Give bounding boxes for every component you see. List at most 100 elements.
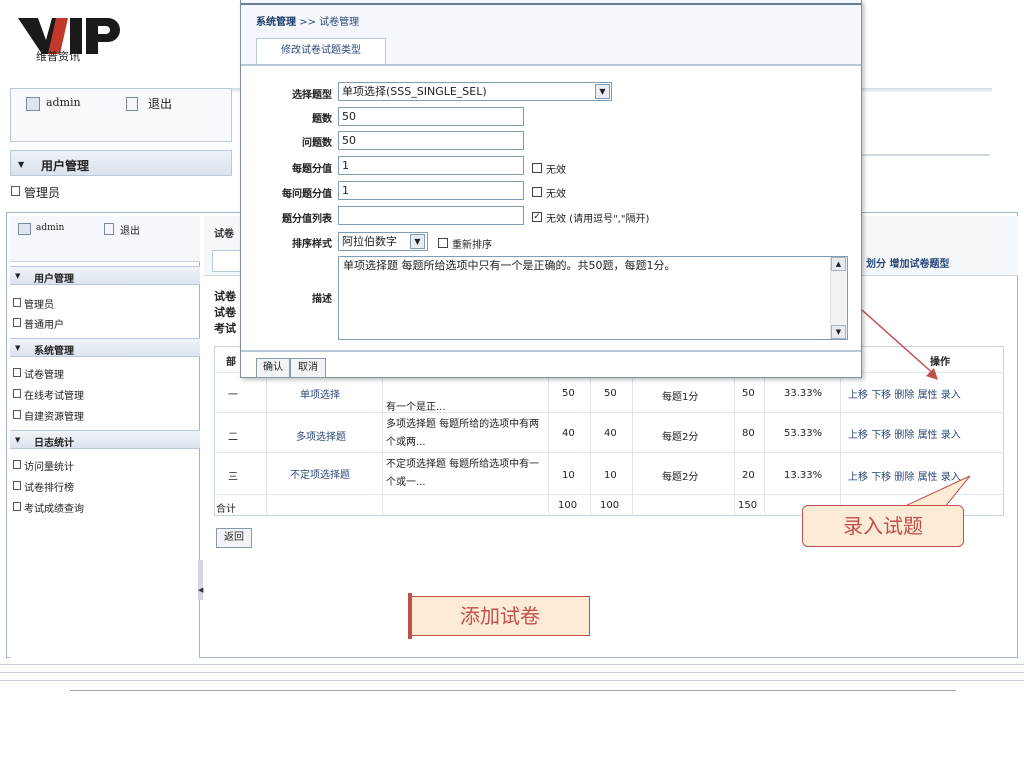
breadcrumb-root[interactable]: 系统管理 <box>256 17 296 28</box>
logo-subtitle: 维普资讯 <box>36 50 80 63</box>
sidebar-item-scores[interactable]: 考试成绩查询 <box>24 500 84 515</box>
dialog-footer-line <box>241 350 861 352</box>
tab-edit-question-type[interactable]: 修改试卷试题类型 <box>256 38 386 64</box>
score-list-input[interactable] <box>338 206 524 225</box>
type-label: 选择题型 <box>292 90 332 101</box>
bg-window-divider <box>860 154 990 156</box>
bg-user-name: admin <box>46 96 81 109</box>
row3-n2: 10 <box>604 470 617 481</box>
enter-link[interactable]: 录入 <box>941 390 961 401</box>
enter-link[interactable]: 录入 <box>941 430 961 441</box>
confirm-button[interactable]: 确认 <box>256 358 290 378</box>
sidebar-logout-link[interactable]: 退出 <box>120 222 140 237</box>
sidebar-section-system[interactable]: 系统管理 <box>10 338 200 357</box>
count-input[interactable]: 50 <box>338 107 524 126</box>
qscore-none-checkbox[interactable] <box>532 187 542 197</box>
qscore-input[interactable]: 1 <box>338 181 524 200</box>
chevron-down-icon[interactable]: ▼ <box>831 325 846 339</box>
score-none-label: 无效 <box>546 165 566 176</box>
breadcrumb: 系统管理 >> 试卷管理 <box>256 13 359 28</box>
qscore-label: 每问题分值 <box>282 189 332 200</box>
row3-desc: 不定项选择题 每题所给选项中有一个或一... <box>386 459 540 488</box>
chevron-up-icon[interactable]: ▲ <box>831 257 846 271</box>
reorder-label: 重新排序 <box>452 240 492 251</box>
list-none-checkbox[interactable]: ✓ <box>532 212 542 222</box>
description-textarea[interactable]: 单项选择题 每题所给选项中只有一个是正确的。共50题，每题1分。 <box>338 256 848 340</box>
cancel-button[interactable]: 取消 <box>290 358 326 378</box>
sidebar-item-exam-paper[interactable]: 试卷管理 <box>24 366 64 381</box>
add-question-type-link[interactable]: 划分 增加试卷题型 <box>866 255 949 270</box>
row2-ops[interactable]: 上移 下移 删除 属性 录入 <box>848 426 961 441</box>
slide-rule <box>0 664 1024 665</box>
list-none-label: 无效 (请用逗号","隔开) <box>546 214 650 225</box>
order-select-value: 阿拉伯数字 <box>342 235 397 248</box>
chevron-left-icon[interactable]: ◀ <box>198 586 203 594</box>
row1-pct: 33.33% <box>784 388 823 399</box>
row2-n2: 40 <box>604 428 617 439</box>
breadcrumb-separator: >> <box>299 17 316 28</box>
row3-pct: 13.33% <box>784 470 823 481</box>
sidebar-item-ranking[interactable]: 试卷排行榜 <box>24 479 74 494</box>
doc-icon <box>13 298 21 307</box>
slide-rule <box>70 690 956 691</box>
score-none-checkbox[interactable] <box>532 163 542 173</box>
user-icon <box>18 223 31 235</box>
delete-link[interactable]: 删除 <box>894 430 914 441</box>
desc-label: 描述 <box>312 294 332 305</box>
row1-n2: 50 <box>604 388 617 399</box>
sidebar-item-online-exam[interactable]: 在线考试管理 <box>24 387 84 402</box>
bg-section-user-management[interactable]: 用户管理 <box>10 150 232 176</box>
col-divider <box>548 372 549 514</box>
chevron-down-icon: ▼ <box>15 344 21 352</box>
type-select[interactable]: 单项选择(SSS_SINGLE_SEL) <box>338 82 612 101</box>
callout-add-paper: 添加试卷 <box>410 596 590 636</box>
chevron-down-icon: ▼ <box>18 160 25 169</box>
row2-pct: 53.33% <box>784 428 823 439</box>
chevron-down-icon: ▼ <box>15 436 21 444</box>
col-divider <box>734 372 735 514</box>
row2-desc: 多项选择题 每题所给的选项中有两个或两... <box>386 419 540 448</box>
sidebar-section-user[interactable]: 用户管理 <box>10 266 200 285</box>
sum-n2: 100 <box>600 500 620 511</box>
qcount-label: 问题数 <box>302 138 332 149</box>
bg-logout-link[interactable]: 退出 <box>148 95 172 112</box>
row-divider <box>214 452 1004 453</box>
breadcrumb-page[interactable]: 试卷管理 <box>319 17 359 28</box>
logout-icon[interactable] <box>104 223 114 235</box>
sidebar-splitter[interactable] <box>198 560 203 600</box>
bg-user-bar <box>10 88 232 142</box>
col-divider <box>764 372 765 514</box>
logout-icon[interactable] <box>126 97 138 111</box>
move-down-link[interactable]: 下移 <box>871 430 891 441</box>
move-up-link[interactable]: 上移 <box>848 430 868 441</box>
sidebar-item-resources[interactable]: 自建资源管理 <box>24 408 84 423</box>
table-header-seq: 部 <box>226 357 236 368</box>
reorder-checkbox[interactable] <box>438 238 448 248</box>
bg-sidebar-item-admin[interactable]: 管理员 <box>24 184 60 201</box>
qcount-input[interactable]: 50 <box>338 131 524 150</box>
sidebar-item-normal-user[interactable]: 普通用户 <box>24 316 64 331</box>
properties-link[interactable]: 属性 <box>918 430 938 441</box>
back-button[interactable]: 返回 <box>216 528 252 548</box>
score-input[interactable]: 1 <box>338 156 524 175</box>
move-up-link[interactable]: 上移 <box>848 390 868 401</box>
delete-link[interactable]: 删除 <box>894 390 914 401</box>
user-icon <box>26 97 40 111</box>
doc-icon <box>11 186 20 196</box>
chevron-down-icon: ▼ <box>15 272 21 280</box>
content-title: 试卷 <box>214 229 234 240</box>
move-down-link[interactable]: 下移 <box>871 390 891 401</box>
info-line-3: 考试 <box>214 322 236 335</box>
chevron-down-icon[interactable]: ▼ <box>595 84 610 99</box>
sum-total: 150 <box>738 500 758 511</box>
slide-rule <box>0 672 1024 673</box>
move-up-link[interactable]: 上移 <box>848 472 868 483</box>
sidebar-section-stats[interactable]: 日志统计 <box>10 430 200 449</box>
doc-icon <box>13 410 21 419</box>
sidebar-item-admin[interactable]: 管理员 <box>24 296 54 311</box>
chevron-down-icon[interactable]: ▼ <box>410 234 425 249</box>
slide-rule <box>0 680 1024 681</box>
properties-link[interactable]: 属性 <box>918 390 938 401</box>
row3-seq: 三 <box>228 472 238 483</box>
sidebar-item-visits[interactable]: 访问量统计 <box>24 458 74 473</box>
